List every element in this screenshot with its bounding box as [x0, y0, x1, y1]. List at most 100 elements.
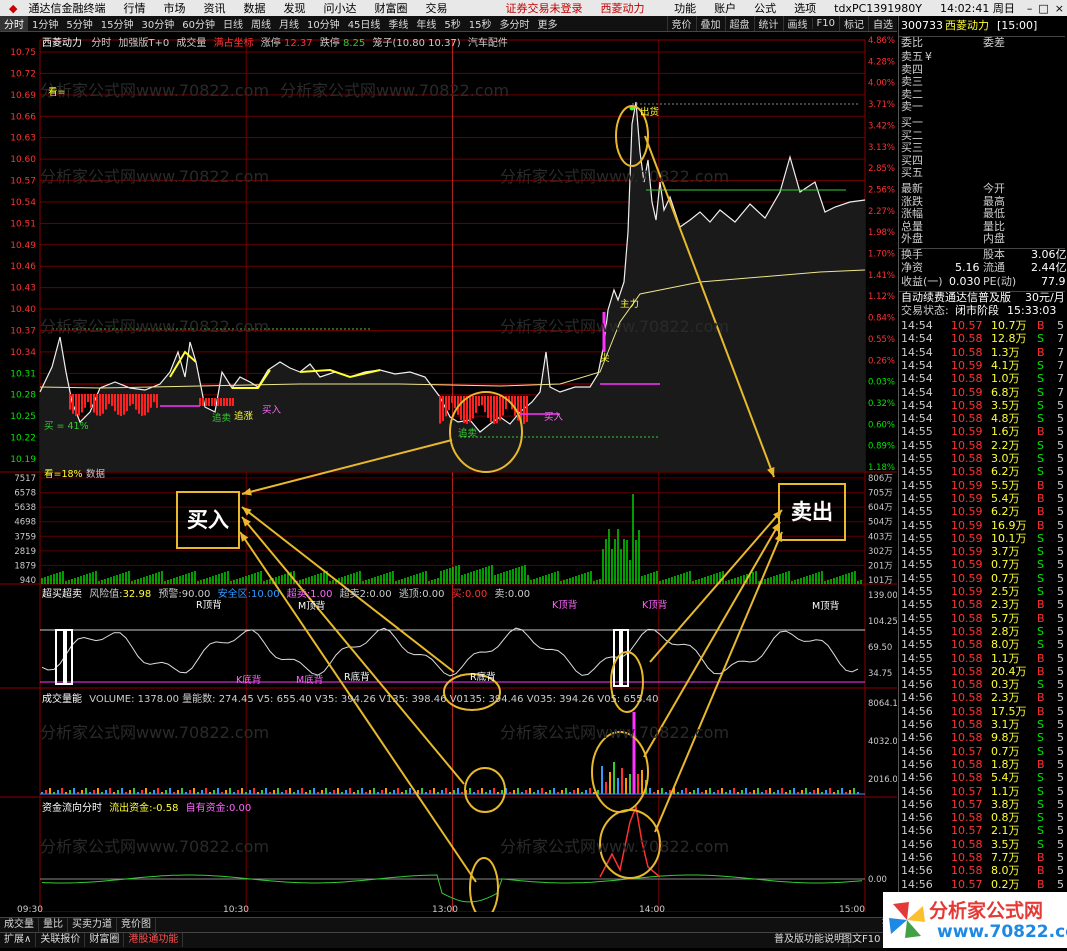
- period-tab[interactable]: 日线: [219, 16, 247, 31]
- netasset-value: 5.16: [955, 261, 980, 274]
- period-tab[interactable]: 15秒: [465, 16, 496, 31]
- tick-side: S: [1037, 771, 1044, 785]
- tick-time: 14:55: [901, 664, 933, 678]
- minimize-icon[interactable]: –: [1024, 2, 1036, 15]
- safe-value: 10.00: [250, 589, 280, 600]
- period-tab[interactable]: 5秒: [440, 16, 464, 31]
- menu-item-news[interactable]: 资讯: [194, 0, 234, 16]
- menu-item-trade[interactable]: 交易: [416, 0, 456, 16]
- risk-value: 32.98: [122, 589, 152, 600]
- promo-text[interactable]: 自动续费通达信普及版: [901, 292, 1011, 304]
- tick-row: 14:56 10.58 5.4万 S 5: [899, 772, 1065, 784]
- sector-label[interactable]: 汽车配件: [468, 38, 508, 49]
- tick-side: S: [1037, 438, 1044, 452]
- tick-price: 10.58: [951, 678, 983, 692]
- tool-stats[interactable]: 统计: [753, 16, 783, 31]
- bottom-tab-volratio[interactable]: 量比: [39, 918, 68, 932]
- formula-name[interactable]: 加强版T+0: [118, 38, 169, 49]
- vol-tick-label-right: 604万: [868, 503, 893, 513]
- period-tab[interactable]: 5分钟: [62, 16, 96, 31]
- tool-f10[interactable]: F10: [811, 18, 839, 29]
- stat-row: 最新 今开: [899, 183, 1065, 195]
- period-tab[interactable]: 10分钟: [303, 16, 344, 31]
- indicator3-title[interactable]: 资金流向分时: [42, 803, 102, 814]
- buy-value: 0.00: [465, 589, 488, 600]
- chart-canvas[interactable]: 10.75 10.72 10.69 10.66 10.63 10.60 10.57 10.54…: [0, 32, 897, 912]
- tick-side: S: [1037, 385, 1044, 399]
- stat-label: 外盘: [901, 232, 923, 245]
- bottom-tab-expand[interactable]: 扩展∧: [0, 933, 37, 947]
- close-icon[interactable]: ×: [1052, 2, 1067, 15]
- tick-volume: 0.7万: [991, 744, 1020, 758]
- tick-volume: 8.0万: [991, 638, 1020, 652]
- stat-row: 总量 量比: [899, 220, 1065, 233]
- bottom-tab-force[interactable]: 买卖力道: [68, 918, 117, 932]
- tick-volume: 2.3万: [991, 598, 1020, 612]
- period-tab[interactable]: 60分钟: [178, 16, 219, 31]
- tick-price: 10.58: [951, 837, 983, 851]
- login-notice[interactable]: 证券交易未登录: [496, 0, 591, 16]
- period-tab[interactable]: 45日线: [344, 16, 385, 31]
- menu-item-ask[interactable]: 问小达: [314, 0, 365, 16]
- indicator2-title[interactable]: 成交量能: [42, 694, 82, 705]
- tick-price: 10.59: [951, 545, 983, 559]
- time-tick-label: 13:00: [432, 905, 458, 912]
- period-tab[interactable]: 年线: [412, 16, 440, 31]
- menu-account[interactable]: 账户: [705, 0, 745, 16]
- menu-item-data[interactable]: 数据: [234, 0, 274, 16]
- tick-count: 5: [1057, 531, 1064, 545]
- period-tab[interactable]: 月线: [275, 16, 303, 31]
- ind2-tick-label: 4032.06: [868, 737, 897, 747]
- period-tab[interactable]: 多分时: [496, 16, 534, 31]
- tick-count: 5: [1057, 558, 1064, 572]
- bottom-tab-related[interactable]: 关联报价: [36, 933, 86, 947]
- tick-row: 14:55 10.58 6.2万 S 5: [899, 466, 1065, 478]
- bottom-tab-auction[interactable]: 竞价图: [117, 918, 156, 932]
- period-tab[interactable]: 分时: [0, 16, 28, 31]
- menu-item-discover[interactable]: 发现: [274, 0, 314, 16]
- quote-name: 西菱动力: [945, 19, 989, 32]
- bottom-tab-volume[interactable]: 成交量: [0, 918, 39, 932]
- menu-item-quote[interactable]: 行情: [114, 0, 154, 16]
- ask-label: 卖四: [901, 62, 923, 76]
- tool-super[interactable]: 超盘: [724, 16, 754, 31]
- menu-item-wealth[interactable]: 财富圈: [365, 0, 416, 16]
- bottom-tab-wealth[interactable]: 财富圈: [85, 933, 125, 947]
- period-tab[interactable]: 1分钟: [28, 16, 62, 31]
- bottom-tab-hk[interactable]: 港股通功能: [124, 933, 184, 947]
- tick-price: 10.59: [951, 478, 983, 492]
- stat-row: 涨跌 最高: [899, 195, 1065, 208]
- eps-value: 0.030: [949, 275, 981, 288]
- tool-watchlist[interactable]: 自选: [868, 16, 897, 31]
- menu-function[interactable]: 功能: [665, 0, 705, 16]
- period-tab[interactable]: 周线: [247, 16, 275, 31]
- menu-formula[interactable]: 公式: [745, 0, 785, 16]
- tool-overlay[interactable]: 叠加: [695, 16, 725, 31]
- tick-time: 14:56: [901, 811, 933, 825]
- period-tab[interactable]: 季线: [384, 16, 412, 31]
- tool-draw[interactable]: 画线: [782, 16, 812, 31]
- tick-time: 14:56: [901, 797, 933, 811]
- tick-time: 14:56: [901, 704, 933, 718]
- period-tab[interactable]: 30分钟: [137, 16, 178, 31]
- indicator1-title[interactable]: 超买超卖: [42, 589, 82, 600]
- tool-mark[interactable]: 标记: [839, 16, 868, 31]
- menu-item-market[interactable]: 市场: [154, 0, 194, 16]
- capital-value: 3.06亿: [1031, 248, 1067, 261]
- period-tab[interactable]: 15分钟: [97, 16, 138, 31]
- maximize-icon[interactable]: □: [1035, 2, 1051, 15]
- tick-side: B: [1037, 691, 1045, 705]
- bid-label: 买二: [901, 128, 923, 142]
- tool-auction[interactable]: 竞价: [666, 16, 696, 31]
- tick-row: 14:54 10.58 12.8万 S 7: [899, 333, 1065, 345]
- tick-price: 10.57: [951, 744, 983, 758]
- status-f10[interactable]: 图文F10: [838, 933, 886, 947]
- period-tab-more[interactable]: 更多: [534, 16, 562, 31]
- menu-options[interactable]: 选项: [785, 0, 825, 16]
- tick-price: 10.59: [951, 518, 983, 532]
- tick-time: 14:56: [901, 824, 933, 838]
- watermark-text: 分析家公式网www.70822.com: [40, 81, 269, 100]
- promo-price[interactable]: 30元/月: [1025, 292, 1065, 304]
- tick-count: 5: [1057, 691, 1064, 705]
- intraday-chart[interactable]: 10.75 10.72 10.69 10.66 10.63 10.60 10.57 10.54…: [0, 32, 897, 912]
